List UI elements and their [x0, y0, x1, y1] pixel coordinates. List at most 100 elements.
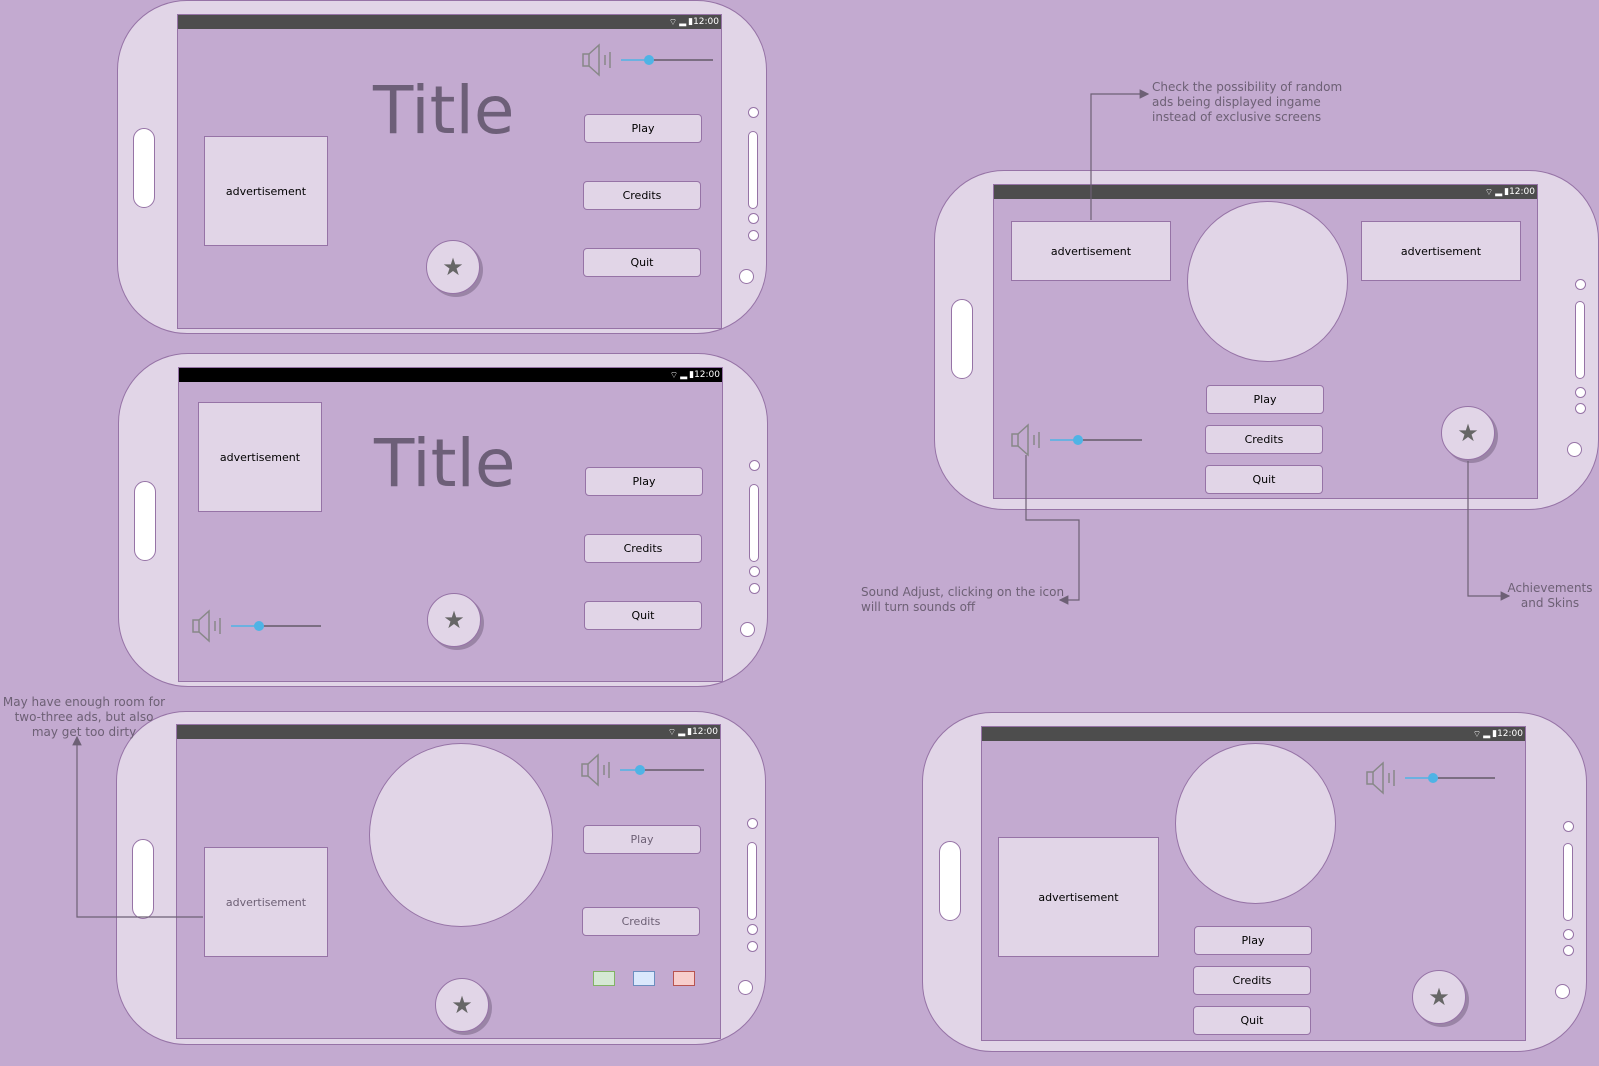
screen-3: ⌔ ▂ ▮ 12:00 advertisement Play Credits ★	[176, 724, 721, 1039]
volume-control[interactable]	[581, 43, 721, 77]
side-speaker	[748, 131, 758, 209]
side-sensor	[749, 583, 760, 594]
advertisement-box[interactable]: advertisement	[204, 136, 328, 246]
side-sensor	[1563, 929, 1574, 940]
side-speaker	[747, 842, 757, 920]
status-bar: ⌔ ▂ ▮ 12:00	[982, 727, 1525, 741]
wifi-icon: ⌔	[1484, 187, 1494, 198]
signal-icon: ▂	[680, 370, 688, 380]
logo-circle	[1175, 743, 1336, 904]
speaker-icon	[581, 753, 610, 787]
side-sensor	[749, 566, 760, 577]
home-button[interactable]	[133, 128, 155, 208]
volume-slider-thumb	[635, 765, 645, 775]
wifi-icon: ⌔	[668, 17, 678, 28]
play-button[interactable]: Play	[583, 825, 701, 854]
speaker-icon	[582, 43, 611, 77]
note-sound-adjust: Sound Adjust, clicking on the icon will …	[861, 585, 1065, 614]
quit-button[interactable]: Quit	[1193, 1006, 1311, 1035]
credits-button[interactable]: Credits	[583, 181, 701, 210]
status-bar: ⌔ ▂ ▮ 12:00	[179, 368, 722, 382]
advertisement-box[interactable]: advertisement	[204, 847, 328, 957]
quit-button[interactable]: Quit	[584, 601, 702, 630]
play-button[interactable]: Play	[1206, 385, 1324, 414]
status-bar: ⌔ ▂ ▮ 12:00	[177, 725, 720, 739]
camera	[1555, 984, 1570, 999]
achievements-button[interactable]: ★	[1441, 406, 1495, 460]
credits-button[interactable]: Credits	[582, 907, 700, 936]
logo-circle	[1187, 201, 1348, 362]
color-swatch-red[interactable]	[673, 971, 695, 986]
status-bar: ⌔ ▂ ▮ 12:00	[178, 15, 721, 29]
side-sensor	[748, 230, 759, 241]
side-sensor	[747, 924, 758, 935]
signal-icon: ▂	[1495, 187, 1503, 197]
play-button[interactable]: Play	[585, 467, 703, 496]
star-icon: ★	[1457, 419, 1479, 447]
camera	[1567, 442, 1582, 457]
side-sensor	[747, 818, 758, 829]
volume-control[interactable]	[1365, 761, 1505, 795]
achievements-button[interactable]: ★	[435, 978, 489, 1032]
status-bar: ⌔ ▂ ▮ 12:00	[994, 185, 1537, 199]
screen-2: ⌔ ▂ ▮ 12:00 Title advertisement Play Credi…	[178, 367, 723, 682]
volume-slider-thumb	[254, 621, 264, 631]
screen-5: ⌔ ▂ ▮ 12:00 advertisement Play Credits Qui…	[981, 726, 1526, 1041]
home-button[interactable]	[132, 839, 154, 919]
advertisement-box[interactable]: advertisement	[998, 837, 1159, 957]
status-time: 12:00	[694, 370, 720, 380]
achievements-button[interactable]: ★	[1412, 970, 1466, 1024]
side-sensor	[749, 460, 760, 471]
status-time: 12:00	[1509, 187, 1535, 197]
side-sensor	[748, 213, 759, 224]
signal-icon: ▂	[678, 727, 686, 737]
side-speaker	[1563, 843, 1573, 921]
star-icon: ★	[443, 606, 465, 634]
side-sensor	[1563, 821, 1574, 832]
achievements-button[interactable]: ★	[426, 240, 480, 294]
star-icon: ★	[451, 991, 473, 1019]
speaker-icon	[192, 609, 221, 643]
screen-4: ⌔ ▂ ▮ 12:00 advertisement advertisement Pl…	[993, 184, 1538, 499]
side-sensor	[747, 941, 758, 952]
home-button[interactable]	[951, 299, 973, 379]
achievements-button[interactable]: ★	[427, 593, 481, 647]
volume-control[interactable]	[1010, 423, 1150, 457]
volume-slider-thumb	[644, 55, 654, 65]
side-sensor	[1575, 279, 1586, 290]
side-speaker	[749, 484, 759, 562]
advertisement-box[interactable]: advertisement	[198, 402, 322, 512]
volume-slider-thumb	[1428, 773, 1438, 783]
wifi-icon: ⌔	[669, 370, 679, 381]
side-speaker	[1575, 301, 1585, 379]
note-ad-room: May have enough room for two-three ads, …	[2, 695, 166, 739]
advertisement-box-right[interactable]: advertisement	[1361, 221, 1521, 281]
volume-control[interactable]	[580, 753, 720, 787]
credits-button[interactable]: Credits	[1193, 966, 1311, 995]
credits-button[interactable]: Credits	[1205, 425, 1323, 454]
signal-icon: ▂	[679, 17, 687, 27]
home-button[interactable]	[939, 841, 961, 921]
credits-button[interactable]: Credits	[584, 534, 702, 563]
side-sensor	[1575, 387, 1586, 398]
game-title: Title	[374, 425, 516, 502]
quit-button[interactable]: Quit	[583, 248, 701, 277]
star-icon: ★	[442, 253, 464, 281]
volume-control[interactable]	[191, 609, 331, 643]
volume-slider-thumb	[1073, 435, 1083, 445]
side-sensor	[748, 107, 759, 118]
quit-button[interactable]: Quit	[1205, 465, 1323, 494]
status-time: 12:00	[692, 727, 718, 737]
speaker-icon	[1011, 423, 1040, 457]
color-swatch-green[interactable]	[593, 971, 615, 986]
home-button[interactable]	[134, 481, 156, 561]
game-title: Title	[373, 72, 515, 149]
camera	[738, 980, 753, 995]
play-button[interactable]: Play	[584, 114, 702, 143]
advertisement-box-left[interactable]: advertisement	[1011, 221, 1171, 281]
play-button[interactable]: Play	[1194, 926, 1312, 955]
color-swatch-blue[interactable]	[633, 971, 655, 986]
wifi-icon: ⌔	[667, 727, 677, 738]
side-sensor	[1575, 403, 1586, 414]
logo-circle	[369, 743, 553, 927]
